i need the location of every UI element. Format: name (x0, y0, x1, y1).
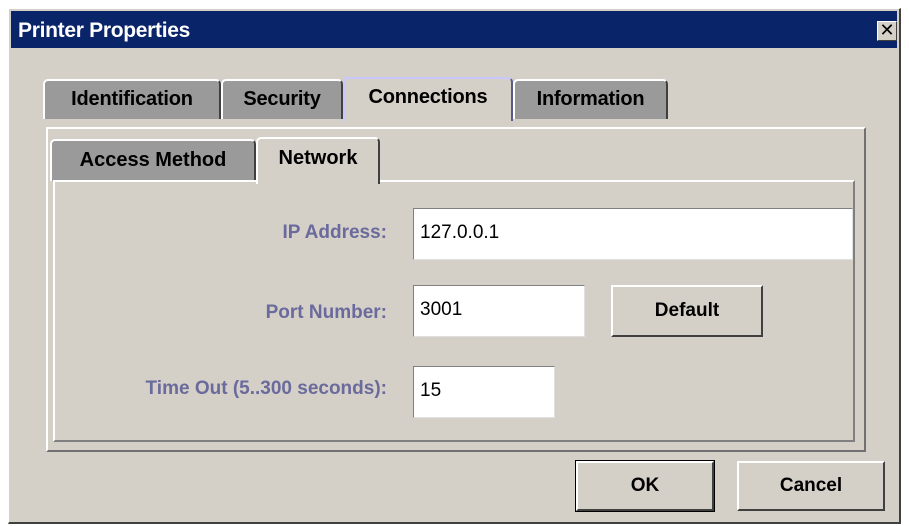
connections-panel: Access Method Network IP Address: 127.0.… (46, 127, 866, 452)
tab-label: Access Method (79, 149, 227, 171)
tab-label: Network (278, 147, 358, 169)
tab-network[interactable]: Network (256, 137, 380, 184)
cancel-button[interactable]: Cancel (737, 461, 885, 511)
tab-security[interactable]: Security (221, 79, 343, 119)
tab-label: Security (243, 88, 321, 110)
timeout-label: Time Out (5..300 seconds): (145, 378, 387, 399)
ok-mnemonic: O (630, 475, 646, 496)
ip-address-label: IP Address: (282, 222, 387, 243)
port-number-field[interactable]: 3001 (413, 285, 585, 337)
cancel-label-rest: ancel (793, 475, 843, 496)
ip-address-field[interactable]: 127.0.0.1 (413, 208, 853, 260)
default-button[interactable]: Default (611, 285, 763, 337)
default-button-label: Default (654, 300, 720, 321)
close-icon: ✕ (879, 20, 895, 40)
ok-button[interactable]: OK (575, 460, 715, 512)
timeout-field[interactable]: 15 (413, 366, 555, 418)
tab-connections[interactable]: Connections (343, 77, 513, 121)
tab-information[interactable]: Information (513, 79, 668, 119)
tab-access-method[interactable]: Access Method (50, 139, 256, 181)
dialog-title: Printer Properties (18, 19, 190, 42)
printer-properties-dialog: Printer Properties ✕ Identification Secu… (8, 8, 901, 524)
network-panel: IP Address: 127.0.0.1 Port Number: 3001 … (53, 180, 855, 442)
tab-label: Information (536, 88, 645, 110)
tab-identification[interactable]: Identification (43, 79, 221, 119)
title-bar[interactable]: Printer Properties ✕ (11, 11, 897, 48)
close-button[interactable]: ✕ (877, 21, 897, 41)
tab-label: Connections (368, 86, 488, 108)
cancel-mnemonic: C (779, 475, 794, 496)
port-number-label: Port Number: (265, 302, 387, 323)
tab-label: Identification (71, 88, 193, 110)
ok-label-rest: K (645, 475, 660, 496)
